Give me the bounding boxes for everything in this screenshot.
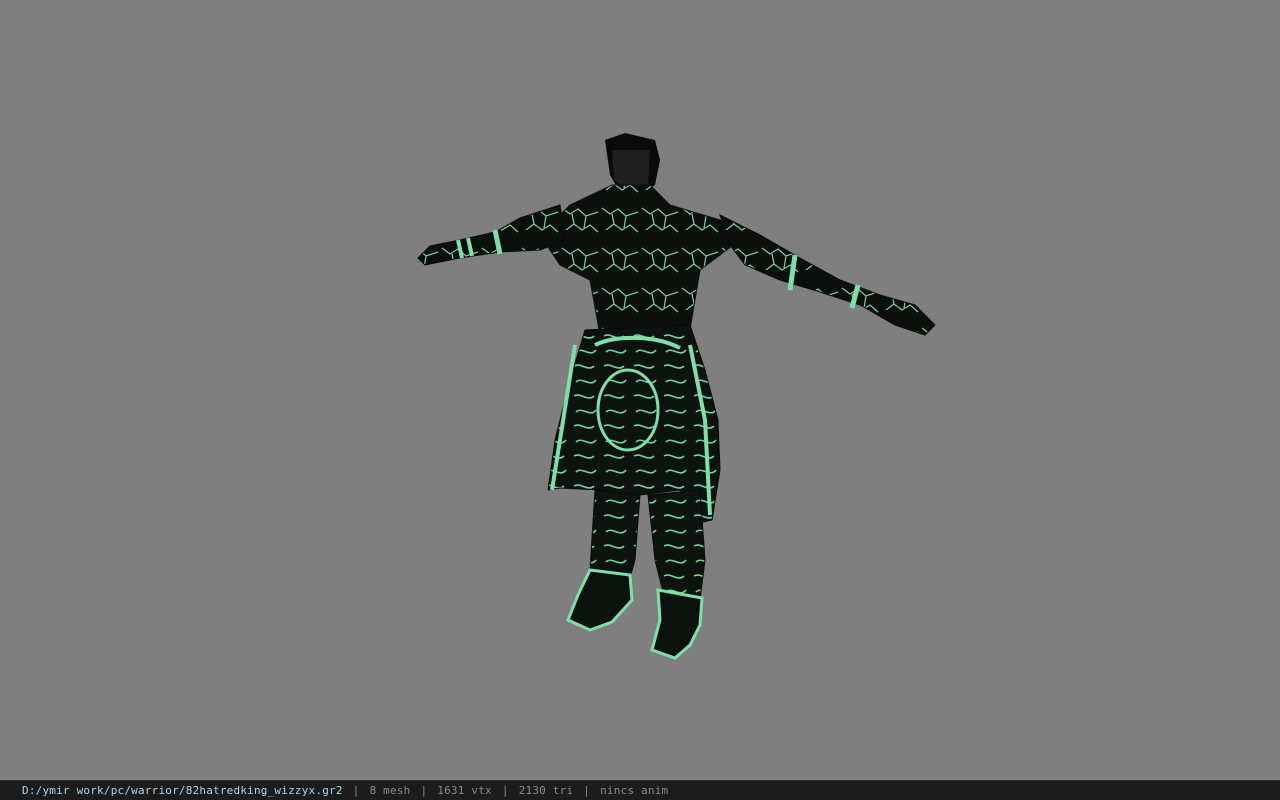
animation-status-text: nincs anim	[600, 784, 669, 797]
file-path-text: D:/ymir work/pc/warrior/82hatredking_wiz…	[22, 784, 343, 797]
model-right-arm	[719, 214, 936, 336]
model-torso	[539, 184, 741, 346]
vertex-count-text: 1631 vtx	[437, 784, 492, 797]
status-bar: D:/ymir work/pc/warrior/82hatredking_wiz…	[0, 780, 1280, 800]
mesh-count-text: 8 mesh	[369, 784, 411, 797]
model-viewport[interactable]	[0, 0, 1280, 780]
status-separator: |	[352, 784, 360, 797]
status-separator: |	[583, 784, 591, 797]
character-model[interactable]	[0, 0, 1280, 780]
model-left-arm	[417, 204, 566, 266]
status-separator: |	[420, 784, 428, 797]
status-separator: |	[501, 784, 509, 797]
triangle-count-text: 2130 tri	[518, 784, 574, 797]
